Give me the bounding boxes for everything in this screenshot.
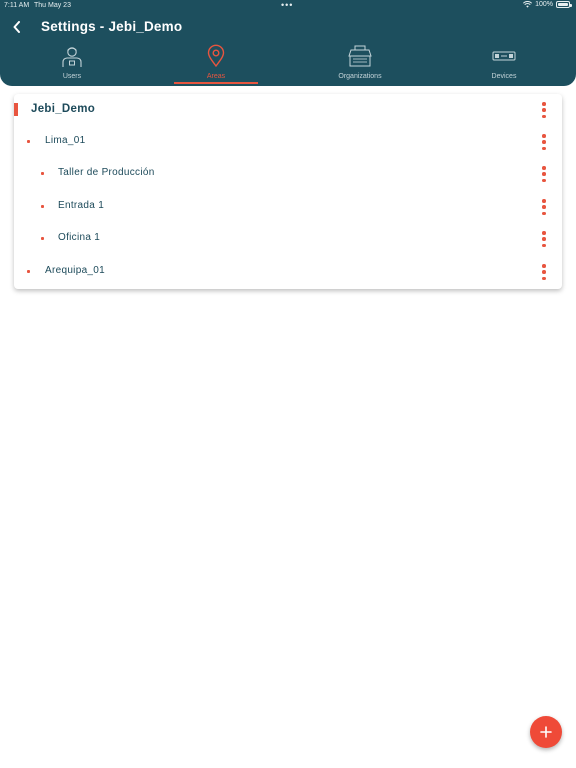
status-bar: 7:11 AM Thu May 23 ••• 100% bbox=[0, 0, 576, 12]
tab-users-label: Users bbox=[62, 73, 82, 80]
device-icon bbox=[492, 51, 516, 61]
tree-item[interactable]: Oficina 1 bbox=[14, 223, 562, 255]
bullet-icon bbox=[41, 205, 44, 208]
tab-organizations[interactable]: Organizations bbox=[318, 40, 402, 84]
back-button[interactable] bbox=[8, 18, 26, 36]
status-time: 7:11 AM bbox=[4, 2, 30, 9]
more-options-icon[interactable] bbox=[540, 231, 548, 247]
status-right: 100% bbox=[523, 1, 572, 8]
tree-item[interactable]: Taller de Producción bbox=[14, 158, 562, 190]
more-options-icon[interactable] bbox=[540, 166, 548, 182]
bullet-icon bbox=[27, 270, 30, 273]
tree-item-label: Oficina 1 bbox=[58, 232, 101, 243]
battery-icon bbox=[556, 1, 572, 8]
tree-item-label: Lima_01 bbox=[45, 135, 86, 146]
more-options-icon[interactable] bbox=[540, 134, 548, 150]
tab-devices-label: Devices bbox=[491, 73, 517, 80]
plus-icon bbox=[540, 726, 552, 738]
multitask-dots[interactable]: ••• bbox=[281, 0, 293, 10]
tree-item-label: Taller de Producción bbox=[58, 167, 155, 178]
tree-item[interactable]: Lima_01 bbox=[14, 126, 562, 158]
location-pin-icon bbox=[207, 44, 225, 68]
more-options-icon[interactable] bbox=[540, 199, 548, 215]
tree-item-label: Arequipa_01 bbox=[45, 265, 106, 276]
battery-percent: 100% bbox=[535, 1, 553, 8]
bullet-icon bbox=[27, 140, 30, 143]
more-options-icon[interactable] bbox=[540, 264, 548, 280]
tab-areas[interactable]: Areas bbox=[174, 40, 258, 84]
tab-devices[interactable]: Devices bbox=[462, 40, 546, 84]
tab-users[interactable]: Users bbox=[30, 40, 114, 84]
more-options-icon[interactable] bbox=[540, 102, 548, 118]
active-tab-indicator bbox=[174, 82, 258, 84]
tree-item[interactable]: Arequipa_01 bbox=[14, 256, 562, 288]
tree-item[interactable]: Entrada 1 bbox=[14, 191, 562, 223]
bullet-icon bbox=[41, 172, 44, 175]
tree-item-label: Jebi_Demo bbox=[31, 103, 96, 115]
selected-indicator bbox=[14, 103, 18, 116]
app-header: 7:11 AM Thu May 23 ••• 100% Settings - J… bbox=[0, 0, 576, 86]
tab-bar: Users Areas Organizations Devices bbox=[0, 40, 576, 86]
organization-icon bbox=[348, 45, 372, 67]
user-icon bbox=[62, 47, 82, 67]
bullet-icon bbox=[41, 237, 44, 240]
chevron-left-icon bbox=[13, 21, 20, 33]
add-area-button[interactable] bbox=[530, 716, 562, 748]
wifi-icon bbox=[523, 1, 533, 8]
status-date: Thu May 23 bbox=[34, 2, 71, 9]
tab-organizations-label: Organizations bbox=[338, 73, 382, 80]
tree-item-label: Entrada 1 bbox=[58, 200, 105, 211]
areas-tree-card: Jebi_Demo Lima_01 Taller de Producción E… bbox=[14, 94, 562, 289]
tab-areas-label: Areas bbox=[206, 73, 226, 80]
tree-item-root[interactable]: Jebi_Demo bbox=[14, 94, 562, 126]
page-title: Settings - Jebi_Demo bbox=[41, 19, 183, 34]
